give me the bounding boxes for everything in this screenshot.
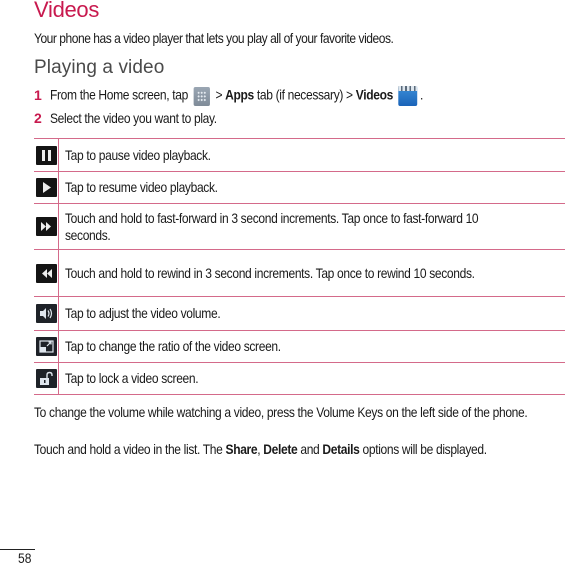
table-row: Tap to change the ratio of the video scr… [34, 330, 565, 363]
description-cell: Tap to lock a video screen. [58, 362, 565, 395]
icon-cell [34, 171, 59, 204]
step-text-part: > [212, 86, 226, 103]
step-text-part: From the Home screen, tap [50, 86, 188, 103]
description-cell: Tap to change the ratio of the video scr… [58, 330, 565, 363]
control-description: Touch and hold to fast-forward in 3 seco… [65, 209, 479, 243]
control-description: Tap to pause video playback. [65, 146, 211, 163]
paragraph-text: options will be displayed. [359, 441, 487, 457]
description-cell: Tap to adjust the video volume. [58, 296, 565, 331]
paragraph-text: Touch and hold a video in the list. The [34, 441, 226, 457]
table-row: Touch and hold to fast-forward in 3 seco… [34, 203, 565, 250]
lock-icon [35, 369, 57, 388]
control-description: Tap to lock a video screen. [65, 370, 199, 386]
screen-ratio-icon [35, 337, 57, 356]
table-row: Touch and hold to rewind in 3 second inc… [34, 249, 565, 297]
volume-icon [35, 304, 57, 323]
table-row: Tap to pause video playback. [34, 138, 565, 172]
step-text: From the Home screen, tap > Apps tab (if… [50, 86, 423, 106]
step-text-part: tab (if necessary) > [253, 86, 356, 103]
step-number: 1 [34, 86, 42, 103]
icon-cell [34, 138, 59, 172]
table-row: Tap to lock a video screen. [34, 362, 565, 395]
fast-forward-icon [35, 217, 57, 236]
step-number: 2 [34, 110, 42, 126]
share-label: Share [225, 441, 258, 457]
intro-text: Your phone has a video player that lets … [34, 30, 394, 46]
pause-icon [35, 145, 57, 165]
icon-cell [34, 330, 59, 363]
options-paragraph: Touch and hold a video in the list. The … [34, 440, 550, 459]
icon-cell [34, 296, 59, 331]
details-label: Details [322, 441, 360, 457]
description-cell: Touch and hold to rewind in 3 second inc… [58, 249, 565, 297]
videos-label: Videos [355, 86, 394, 103]
play-icon [35, 178, 57, 197]
controls-table: Tap to pause video playback. Tap to resu… [34, 138, 565, 395]
apps-grid-icon [193, 86, 210, 106]
videos-app-icon [398, 86, 418, 106]
step-text-part: . [420, 86, 424, 103]
control-description: Touch and hold to rewind in 3 second inc… [65, 264, 475, 281]
paragraph-text: and [297, 441, 323, 457]
table-row: Tap to resume video playback. [34, 171, 565, 204]
icon-cell [34, 203, 59, 250]
apps-label: Apps [225, 86, 254, 103]
control-description: Tap to adjust the video volume. [65, 305, 221, 321]
section-subtitle: Playing a video [34, 57, 165, 78]
volume-keys-paragraph: To change the volume while watching a vi… [34, 404, 528, 420]
delete-label: Delete [263, 441, 298, 457]
description-cell: Tap to pause video playback. [58, 138, 565, 172]
icon-cell [34, 249, 59, 297]
step-text: Select the video you want to play. [50, 110, 217, 126]
control-description: Tap to change the ratio of the video scr… [65, 338, 281, 354]
description-cell: Tap to resume video playback. [58, 171, 565, 204]
step-2: 2 Select the video you want to play. [34, 110, 244, 126]
description-cell: Touch and hold to fast-forward in 3 seco… [58, 203, 565, 250]
page-number: 58 [18, 550, 32, 566]
control-description: Tap to resume video playback. [65, 179, 218, 195]
page-title: Videos [34, 0, 100, 22]
rewind-icon [35, 263, 57, 283]
icon-cell [34, 362, 59, 395]
step-1: 1 From the Home screen, tap > Apps tab (i… [34, 86, 484, 106]
table-row: Tap to adjust the video volume. [34, 296, 565, 331]
